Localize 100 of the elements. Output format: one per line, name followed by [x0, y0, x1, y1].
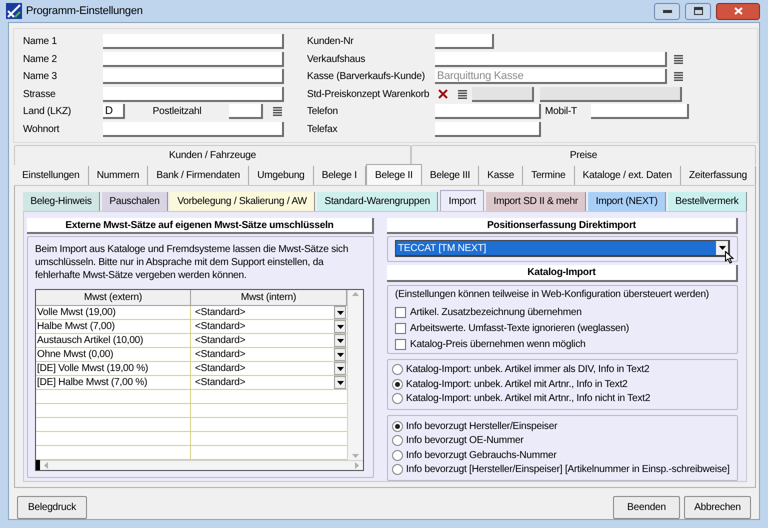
dropdown-button[interactable]	[334, 334, 346, 347]
tab[interactable]: Standard-Warengruppen	[317, 192, 438, 211]
dropdown-button[interactable]	[334, 306, 346, 319]
tab[interactable]: Kataloge / ext. Daten	[574, 166, 681, 185]
input-field[interactable]	[435, 34, 494, 50]
dropdown-button[interactable]	[716, 241, 728, 255]
field-label: Verkaufshaus	[307, 52, 366, 67]
tab[interactable]: Belege III	[422, 166, 480, 185]
dropdown-button[interactable]	[334, 376, 346, 389]
list-icon[interactable]	[674, 54, 683, 64]
button[interactable]: Abbrechen	[684, 496, 751, 519]
field-label: Telefon	[307, 105, 339, 120]
tab[interactable]: Belege II	[366, 164, 422, 185]
input-field[interactable]	[103, 86, 284, 102]
radio-button[interactable]	[392, 378, 403, 390]
field-label: Name 3	[23, 70, 58, 84]
list-icon[interactable]	[458, 90, 467, 99]
caret-icon	[336, 338, 344, 342]
mouse-pointer-icon	[725, 251, 734, 264]
radio-label: Info bevorzugt OE-Nummer	[406, 434, 524, 448]
field-label: Name 2	[23, 52, 58, 67]
caret-icon	[336, 352, 344, 356]
checkbox[interactable]	[395, 338, 406, 350]
table-cell: Ohne Mwst (0,00)	[36, 348, 191, 361]
field-label: Wohnort	[23, 122, 60, 137]
input-field[interactable]	[103, 122, 284, 137]
checkbox-label: Artikel. Zusatzbezeichnung übernehmen	[410, 306, 582, 320]
field-label: Std-Preiskonzept Warenkorb	[307, 88, 430, 102]
readonly-field[interactable]	[540, 86, 682, 102]
close-icon	[734, 7, 742, 15]
checkbox-label: Arbeitswerte. Umfasst-Texte ignorieren (weglassen)	[410, 322, 629, 336]
checkbox[interactable]	[395, 322, 406, 334]
cross-icon[interactable]	[438, 89, 448, 100]
radio-label: Katalog-Import: unbek. Artikel mit Artnr., Info in Text2	[406, 378, 628, 392]
tab[interactable]: Vorbelegung / Skalierung / AW	[170, 192, 316, 211]
tab[interactable]: Zeiterfassung	[680, 166, 756, 185]
input-field[interactable]	[103, 52, 284, 67]
input-field[interactable]	[103, 69, 284, 84]
tab[interactable]: Bestellvermerk	[668, 192, 747, 211]
column-header: Mwst (intern)	[191, 290, 347, 306]
tab-group[interactable]: Preise	[411, 145, 756, 165]
tab[interactable]: Einstellungen	[14, 166, 89, 185]
tab[interactable]: Kasse	[479, 166, 524, 185]
radio-button[interactable]	[392, 393, 403, 404]
restore-icon	[694, 7, 702, 15]
table-cell-text: <Standard>	[194, 348, 246, 361]
input-field[interactable]	[435, 52, 667, 67]
input-field[interactable]	[591, 104, 689, 120]
table-cell: Halbe Mwst (7,00)	[36, 320, 191, 333]
dropdown-button[interactable]	[334, 362, 346, 375]
field-label: Land (LKZ)	[23, 105, 72, 120]
close-button[interactable]	[716, 2, 760, 20]
input-field[interactable]	[435, 122, 541, 137]
button[interactable]: Belegdruck	[17, 496, 87, 519]
tab[interactable]: Bank / Firmendaten	[148, 166, 250, 185]
caret-icon	[718, 246, 726, 250]
table-cell: [DE] Volle Mwst (19,00 %)	[36, 362, 191, 375]
combo-box[interactable]: TECCAT [TM NEXT]	[395, 240, 730, 257]
radio-button[interactable]	[392, 420, 403, 432]
input-field[interactable]	[229, 104, 263, 120]
table-cell: Austausch Artikel (10,00)	[36, 334, 191, 347]
radio-label: Info bevorzugt [Hersteller/Einspeiser] [Artikelnummer in Einsp.-schreibweise]	[406, 463, 730, 478]
table-cell: [DE] Halbe Mwst (7,00 %)	[36, 376, 191, 389]
radio-button[interactable]	[392, 364, 403, 376]
list-icon[interactable]	[273, 107, 282, 116]
radio-button[interactable]	[392, 435, 403, 446]
input-field[interactable]	[435, 104, 541, 120]
tab[interactable]: Umgebung	[249, 166, 314, 185]
minimize-button[interactable]	[654, 2, 680, 20]
readonly-field[interactable]	[472, 86, 534, 102]
description-text: Beim Import aus Kataloge und Fremdsysteme lassen die Mwst-Sätze sich umschlüsseln. Bitte nur in Absprache mit dem Support einstellen, da fehlerhafte Mwst-Sätze vergeben werden können.	[35, 243, 350, 282]
input-field[interactable]: D	[103, 104, 125, 120]
checkbox[interactable]	[395, 306, 406, 318]
table-cell-text: <Standard>	[194, 334, 246, 347]
tab[interactable]: Beleg-Hinweis	[23, 192, 100, 211]
radio-button[interactable]	[392, 464, 403, 476]
field-label: Postleitzahl	[152, 105, 202, 120]
radio-label: Katalog-Import: unbek. Artikel mit Artnr., Info nicht in Text2	[406, 392, 650, 406]
minimize-icon	[662, 9, 672, 13]
dropdown-button[interactable]	[334, 348, 346, 361]
maximize-button[interactable]	[685, 2, 711, 20]
app-logo-icon	[6, 3, 22, 19]
radio-button[interactable]	[392, 450, 403, 461]
section-header: Katalog-Import	[387, 264, 738, 282]
tab[interactable]: Pauschalen	[102, 192, 168, 211]
input-field[interactable]: Barquittung Kasse	[435, 69, 667, 84]
tab[interactable]: Nummern	[88, 166, 148, 185]
tab[interactable]: Import SD II & mehr	[486, 192, 586, 211]
table-cell: Volle Mwst (19,00)	[36, 306, 191, 319]
table-cell-text: <Standard>	[194, 320, 246, 333]
section-header: Positionserfassung Direktimport	[387, 218, 738, 234]
tab[interactable]: Import (NEXT)	[588, 192, 666, 211]
list-icon[interactable]	[674, 72, 683, 82]
dropdown-button[interactable]	[334, 320, 346, 333]
radio-label: Info bevorzugt Hersteller/Einspeiser	[406, 420, 558, 434]
button[interactable]: Beenden	[613, 496, 680, 519]
field-label: Mobil-T	[544, 105, 578, 120]
tab[interactable]: Termine	[523, 166, 575, 185]
input-field[interactable]	[103, 34, 284, 50]
tab[interactable]: Import	[440, 190, 484, 211]
